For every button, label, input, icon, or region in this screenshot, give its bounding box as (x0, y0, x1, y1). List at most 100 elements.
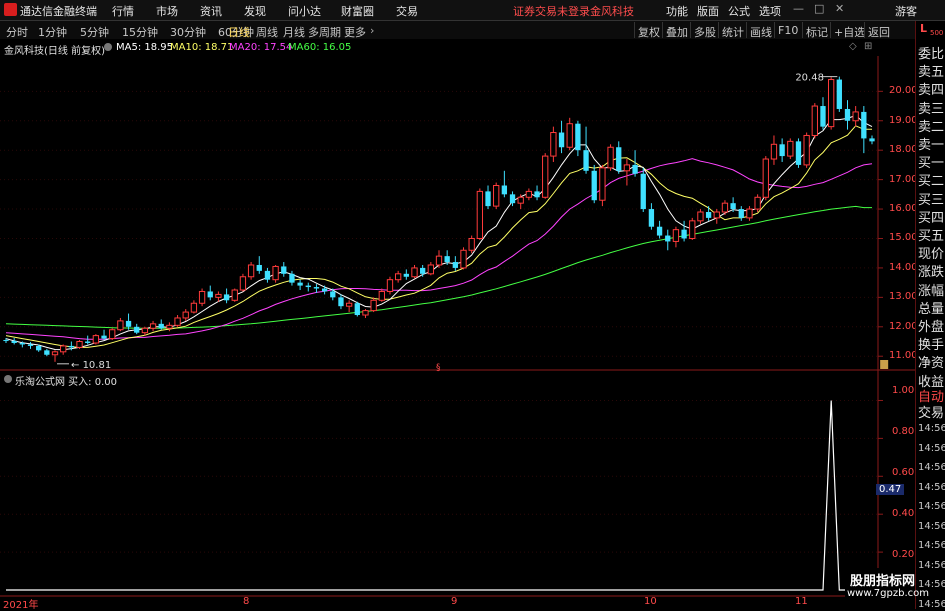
candle-body (640, 173, 646, 210)
indicator-tick: 0.40 (892, 508, 915, 519)
panel-sell5: 卖五 (918, 65, 945, 81)
candle-body (403, 273, 409, 277)
candle-body (362, 310, 369, 316)
candle-body (697, 211, 704, 222)
candle-body (713, 211, 720, 219)
ma20-line (5, 158, 873, 340)
price-tick: 15.00 (889, 232, 918, 244)
indicator-tick: 1.00 (892, 385, 915, 396)
candle-body (44, 350, 50, 355)
candles (3, 76, 875, 362)
candle-body (297, 282, 303, 286)
candle-body (550, 132, 557, 157)
ma-lines (5, 114, 873, 351)
price-tick: 20.00 (889, 85, 918, 97)
candle-body (76, 341, 83, 348)
candle-body (256, 264, 262, 271)
candle-body (754, 196, 761, 210)
indicator-tick: 0.60 (892, 467, 915, 478)
candle-body (174, 317, 181, 326)
candle-body (149, 323, 157, 329)
price-tick: 16.00 (889, 203, 918, 215)
trade-time: 14:56 (918, 598, 945, 610)
candle-body (247, 264, 255, 278)
candle-body (493, 185, 500, 207)
candle-body (36, 345, 42, 351)
candle-body (321, 288, 328, 292)
ma5-line (5, 114, 873, 351)
high-price-label: 20.48 (795, 73, 824, 84)
kline-chart[interactable]: 20.48 ← 10.81 § (0, 0, 945, 609)
panel-trade[interactable]: 交易 (918, 402, 944, 421)
candle-body (623, 164, 631, 172)
candle-body (681, 229, 687, 239)
candle-body (264, 270, 271, 280)
candle-body (141, 327, 149, 334)
panel-buy3: 买三 (918, 192, 945, 208)
candle-body (272, 265, 279, 281)
panel-weibi: 委比 (918, 47, 945, 62)
candle-body (460, 249, 467, 269)
low-price-label: ← 10.81 (71, 360, 111, 371)
panel-jingzi: 净资 (918, 356, 945, 372)
candle-body (11, 340, 17, 343)
candle-body (787, 140, 794, 157)
watermark-url: www.7gpzb.com (847, 588, 929, 599)
candle-body (338, 297, 344, 307)
candle-body (27, 344, 34, 346)
candle-body (738, 209, 744, 218)
candle-body (281, 266, 287, 274)
candle-body (117, 320, 124, 331)
panel-zhangfu: 涨幅 (918, 283, 945, 299)
candle-body (770, 143, 778, 160)
panel-huanshou: 换手 (918, 338, 945, 354)
panel-buy5: 买五 (918, 229, 945, 244)
candle-body (378, 290, 385, 301)
candle-body (19, 342, 25, 345)
event-marker-box (880, 360, 889, 369)
candle-body (672, 229, 680, 242)
price-tick: 12.00 (889, 320, 918, 332)
date-tick: 9 (451, 596, 458, 607)
candle-body (60, 345, 67, 353)
candle-body (607, 146, 614, 169)
panel-zhangdie: 涨跌 (918, 265, 945, 281)
level-tag: L (920, 22, 928, 35)
ma10-line (5, 125, 872, 348)
panel-buy1: 买一 (918, 156, 945, 172)
candle-body (811, 105, 818, 136)
date-tick: 10 (644, 596, 657, 607)
candle-body (68, 345, 75, 348)
candle-body (411, 267, 418, 278)
candle-body (51, 351, 59, 356)
panel-buy2: 买二 (918, 174, 945, 190)
candle-body (599, 167, 606, 201)
candle-body (215, 293, 222, 298)
candle-body (386, 279, 394, 292)
candle-body (435, 255, 443, 266)
candle-body (190, 302, 198, 313)
price-tick: 17.00 (889, 173, 918, 185)
date-tick: 8 (243, 596, 250, 607)
watermark-title: 股朋指标网 (850, 574, 916, 589)
candle-body (198, 290, 206, 304)
candle-body (3, 340, 9, 342)
candle-body (795, 141, 802, 165)
trade-time: 14:56 (918, 423, 945, 434)
indicator-tick: 0.20 (892, 549, 915, 560)
indicator-tick: 0.80 (892, 426, 915, 437)
candle-body (836, 79, 842, 109)
price-tick: 13.00 (889, 291, 918, 303)
date-tick: 11 (795, 596, 808, 607)
candle-body (85, 341, 91, 343)
trade-time: 14:56 (918, 501, 945, 512)
trade-time: 14:56 (918, 462, 945, 473)
quote-panel: L 500 委比 卖五 卖四 卖三 卖二 卖一 买一 买二 买三 买四 买五 现价 涨跌 涨幅 总量 外盘 换手… (915, 21, 945, 610)
candle-body (525, 190, 533, 198)
candle-body (427, 264, 434, 275)
candle-body (746, 208, 753, 219)
candle-body (239, 276, 247, 291)
panel-sell1: 卖一 (918, 138, 945, 153)
candle-body (125, 320, 132, 327)
candle-body (223, 294, 230, 301)
